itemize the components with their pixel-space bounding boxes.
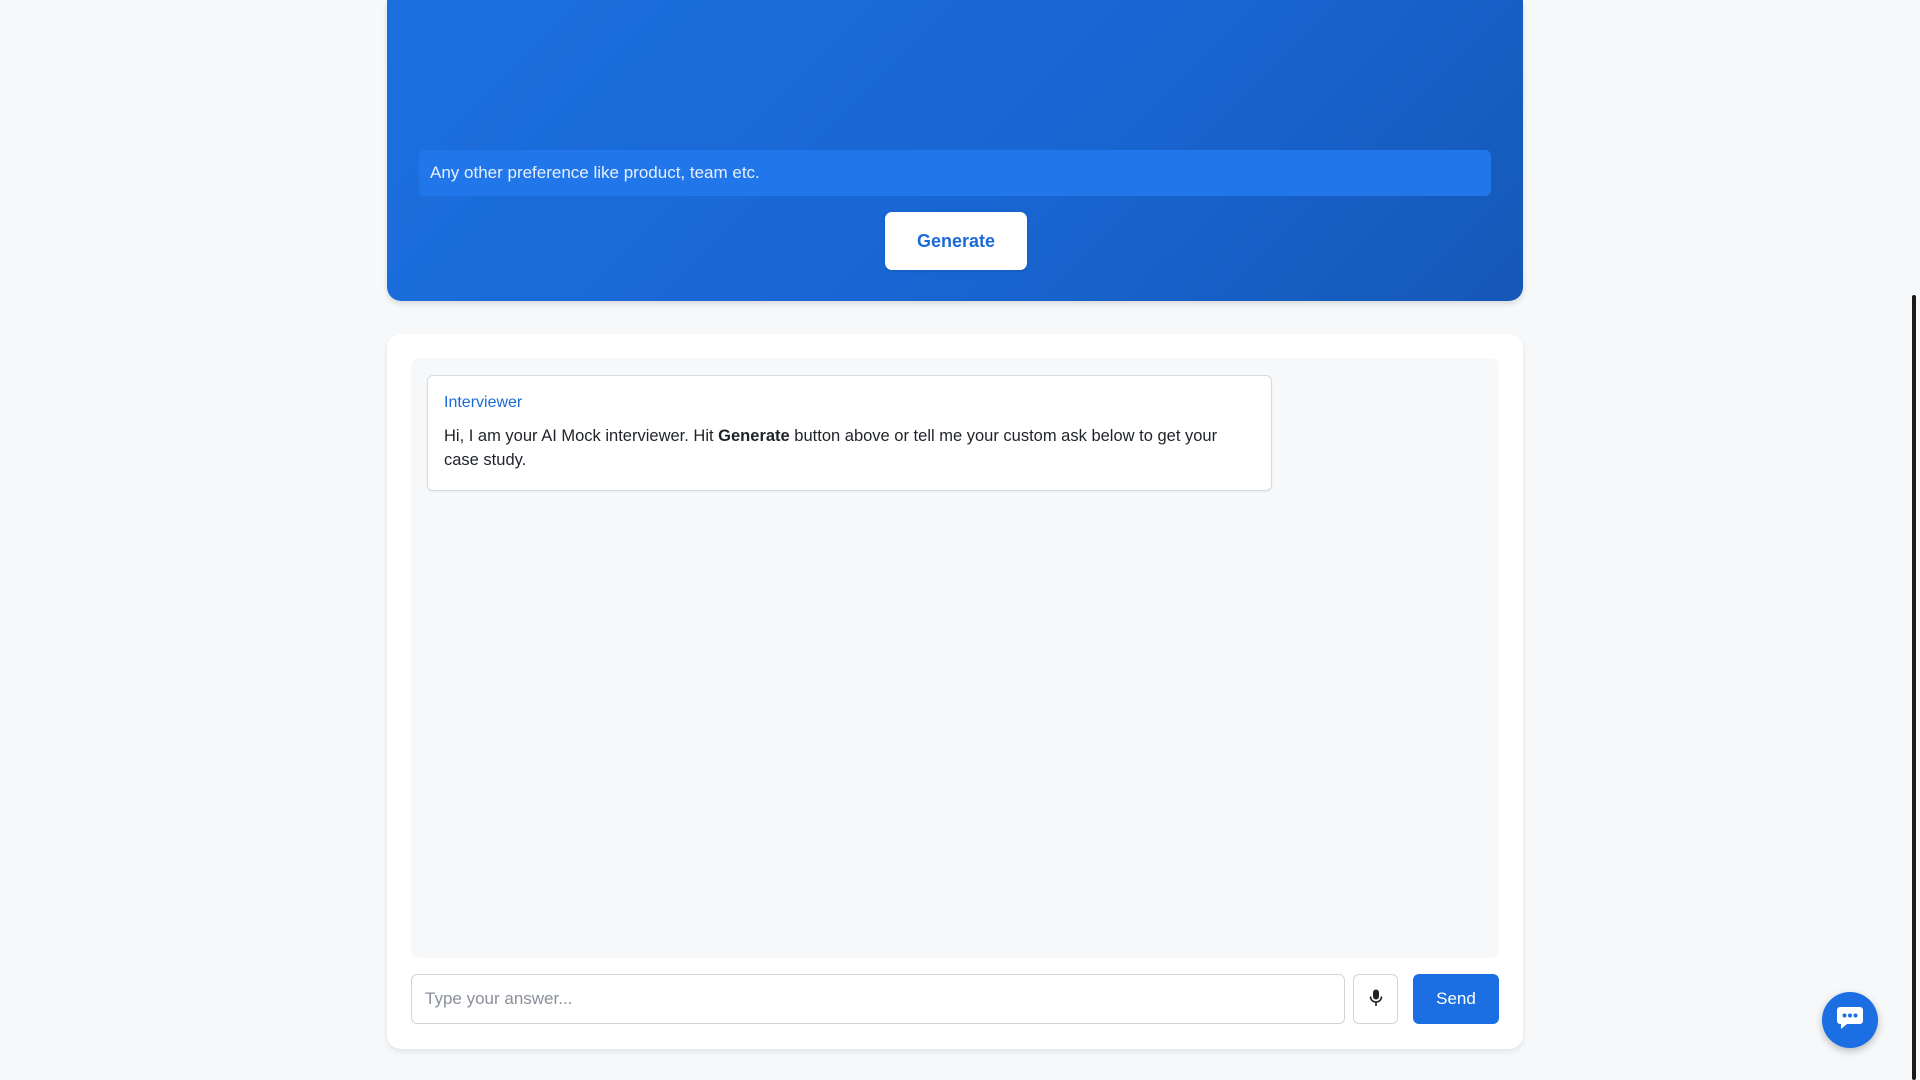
page-scrollbar[interactable] <box>1908 0 1920 1080</box>
case-generator-panel: Generate <box>387 0 1523 301</box>
chat-message: Interviewer Hi, I am your AI Mock interv… <box>427 375 1272 491</box>
message-text-emphasis: Generate <box>718 427 790 445</box>
chat-messages-area: Interviewer Hi, I am your AI Mock interv… <box>411 358 1499 958</box>
message-text: Hi, I am your AI Mock interviewer. Hit G… <box>444 424 1255 472</box>
send-button[interactable]: Send <box>1413 974 1499 1024</box>
page: Generate Interviewer Hi, I am your AI Mo… <box>0 0 1920 1080</box>
microphone-icon <box>1369 989 1383 1010</box>
message-text-part: Hi, I am your AI Mock interviewer. Hit <box>444 427 719 445</box>
chat-launcher-button[interactable] <box>1822 992 1878 1048</box>
chat-panel: Interviewer Hi, I am your AI Mock interv… <box>387 334 1523 1049</box>
preference-input[interactable] <box>419 150 1491 196</box>
message-sender: Interviewer <box>444 394 523 411</box>
scrollbar-thumb[interactable] <box>1912 295 1916 1080</box>
chat-bubble-icon <box>1836 1005 1864 1036</box>
generate-button[interactable]: Generate <box>885 212 1027 270</box>
microphone-button[interactable] <box>1353 974 1398 1024</box>
answer-input[interactable] <box>411 974 1345 1024</box>
